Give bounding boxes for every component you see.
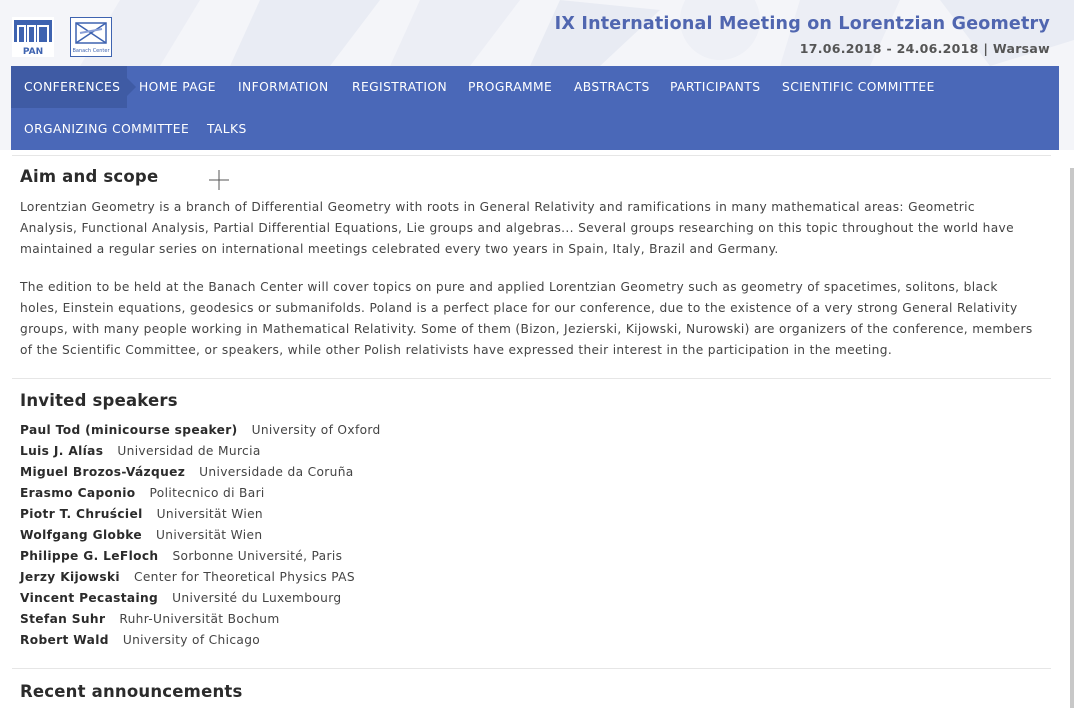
speaker-affiliation: Universität Wien [156, 507, 263, 521]
speaker-name: Jerzy Kijowski [20, 570, 120, 584]
nav-item-scientific-committee[interactable]: SCIENTIFIC COMMITTEE [782, 80, 935, 94]
speaker-row: Philippe G. LeFloch Sorbonne Université, … [20, 549, 342, 563]
crosshair-cursor-icon [209, 170, 229, 190]
speaker-row: Erasmo Caponio Politecnico di Bari [20, 486, 265, 500]
speaker-row: Vincent Pecastaing Université du Luxembou… [20, 591, 341, 605]
pan-logo-text: PAN [23, 47, 43, 57]
speaker-name: Paul Tod (minicourse speaker) [20, 423, 238, 437]
banach-logo-text: Banach Center [72, 48, 110, 54]
banach-center-logo[interactable]: Banach Center [70, 17, 112, 57]
aim-scope-heading: Aim and scope [20, 167, 159, 186]
page-scrollbar[interactable] [1070, 168, 1074, 708]
speaker-affiliation: Université du Luxembourg [172, 591, 342, 605]
aim-paragraph-2: The edition to be held at the Banach Cen… [20, 280, 1033, 357]
divider [12, 155, 1051, 156]
nav-item-organizing-committee[interactable]: ORGANIZING COMMITTEE [24, 122, 189, 136]
speaker-row: Jerzy Kijowski Center for Theoretical Phy… [20, 570, 355, 584]
conference-dates-location: 17.06.2018 - 24.06.2018 | Warsaw [799, 41, 1050, 56]
divider [12, 668, 1051, 669]
nav-item-conferences[interactable]: CONFERENCES [24, 80, 120, 94]
speaker-affiliation: Politecnico di Bari [149, 486, 265, 500]
speaker-affiliation: Sorbonne Université, Paris [172, 549, 343, 563]
speaker-name: Miguel Brozos-Vázquez [20, 465, 186, 479]
speaker-name: Luis J. Alías [20, 444, 104, 458]
speaker-name: Piotr T. Chruściel [20, 507, 143, 521]
speaker-affiliation: Universidade da Coruña [199, 465, 354, 479]
recent-announcements-heading: Recent announcements [20, 682, 243, 701]
speaker-name: Wolfgang Globke [20, 528, 143, 542]
aim-paragraph-1: Lorentzian Geometry is a branch of Diffe… [20, 200, 1014, 256]
speaker-affiliation: Center for Theoretical Physics PAS [133, 570, 355, 584]
speaker-row: Piotr T. Chruściel Universität Wien [20, 507, 263, 521]
speaker-name: Robert Wald [20, 633, 109, 647]
speaker-row: Luis J. Alías Universidad de Murcia [20, 444, 261, 458]
speaker-name: Philippe G. LeFloch [20, 549, 159, 563]
speaker-name: Stefan Suhr [20, 612, 106, 626]
speaker-affiliation: Universität Wien [156, 528, 263, 542]
speaker-name: Vincent Pecastaing [20, 591, 159, 605]
speaker-row: Wolfgang Globke Universität Wien [20, 528, 262, 542]
speaker-name: Erasmo Caponio [20, 486, 136, 500]
pan-logo[interactable]: PAN [12, 17, 54, 57]
speaker-affiliation: Universidad de Murcia [117, 444, 261, 458]
nav-item-registration[interactable]: REGISTRATION [352, 80, 447, 94]
speaker-row: Robert Wald University of Chicago [20, 633, 260, 647]
speaker-affiliation: University of Chicago [122, 633, 261, 647]
speaker-row: Paul Tod (minicourse speaker) University … [20, 423, 381, 437]
nav-item-home-page[interactable]: HOME PAGE [139, 80, 216, 94]
invited-speakers-heading: Invited speakers [20, 391, 178, 410]
nav-item-abstracts[interactable]: ABSTRACTS [574, 80, 650, 94]
nav-active-arrow [127, 78, 136, 96]
speaker-row: Stefan Suhr Ruhr-Universität Bochum [20, 612, 280, 626]
speaker-affiliation: University of Oxford [251, 423, 381, 437]
speaker-row: Miguel Brozos-Vázquez Universidade da Cor… [20, 465, 354, 479]
main-navigation: CONFERENCES HOME PAGE INFORMATION REGIST… [11, 66, 1059, 150]
nav-item-talks[interactable]: TALKS [207, 122, 247, 136]
conference-title: IX International Meeting on Lorentzian G… [554, 14, 1050, 34]
nav-item-participants[interactable]: PARTICIPANTS [670, 80, 760, 94]
speaker-affiliation: Ruhr-Universität Bochum [119, 612, 280, 626]
divider [12, 378, 1051, 379]
nav-item-programme[interactable]: PROGRAMME [468, 80, 552, 94]
site-header: PAN Banach Center IX International Meeti… [0, 0, 1074, 66]
nav-item-information[interactable]: INFORMATION [238, 80, 329, 94]
